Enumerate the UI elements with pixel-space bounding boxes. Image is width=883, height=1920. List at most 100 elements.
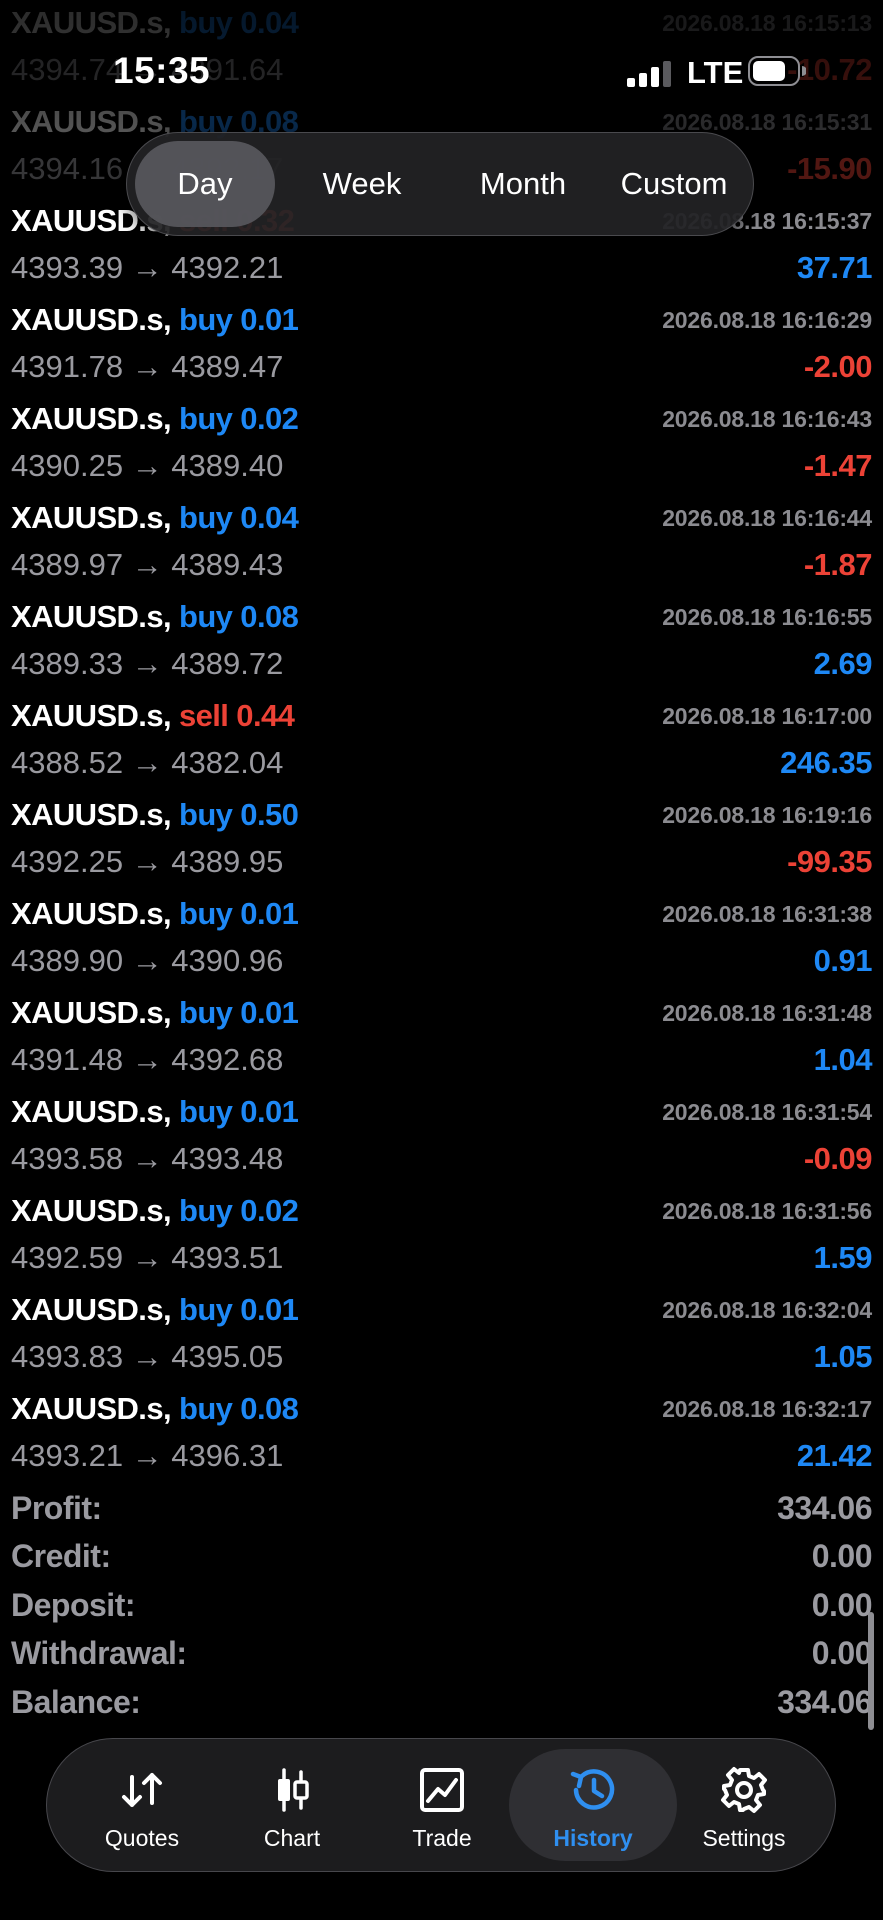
history-clock-icon <box>570 1769 615 1810</box>
trade-symbol: XAUUSD.s, <box>11 1292 172 1327</box>
trade-chart-icon <box>420 1768 464 1812</box>
trade-side-volume: buy 0.08 <box>178 599 299 634</box>
summary-credit-row: Credit: 0.00 <box>0 1533 883 1582</box>
trade-profit: -10.72 <box>787 52 872 87</box>
trade-row[interactable]: XAUUSD.s, buy 0.08 2026.08.18 16:32:17 439… <box>0 1386 883 1485</box>
trade-symbol: XAUUSD.s, <box>11 797 172 832</box>
trade-row-details: 4389.90 → 4390.96 0.91 <box>11 939 873 983</box>
trade-row-header: XAUUSD.s, buy 0.01 2026.08.18 16:31:38 <box>11 894 872 934</box>
trade-symbol-group: XAUUSD.s, buy 0.01 <box>11 1292 299 1328</box>
tab-settings[interactable]: Settings <box>669 1749 819 1861</box>
trade-timestamp: 2026.08.18 16:16:29 <box>662 306 872 333</box>
tab-trade[interactable]: Trade <box>367 1749 517 1861</box>
trade-row[interactable]: XAUUSD.s, buy 0.04 2026.08.18 16:16:44 438… <box>0 495 883 594</box>
trade-row-details: 4394.74 → 4391.64 -10.72 <box>11 48 872 92</box>
trade-symbol-group: XAUUSD.s, buy 0.02 <box>11 401 299 437</box>
trade-row-details: 4389.33 → 4389.72 2.69 <box>11 642 873 686</box>
trade-profit: -2.00 <box>803 349 873 384</box>
trade-prices: 4393.83 → 4395.05 <box>11 1339 284 1374</box>
trade-symbol-group: XAUUSD.s, buy 0.02 <box>11 1193 299 1229</box>
trade-row-header: XAUUSD.s, buy 0.08 2026.08.18 16:32:17 <box>11 1389 872 1429</box>
trade-profit: 1.59 <box>813 1240 873 1275</box>
trade-row-header: XAUUSD.s, buy 0.02 2026.08.18 16:31:56 <box>11 1191 872 1231</box>
trade-timestamp: 2026.08.18 16:19:16 <box>662 801 872 828</box>
trade-prices: 4389.97 → 4389.43 <box>11 547 284 582</box>
trade-row[interactable]: XAUUSD.s, buy 0.01 2026.08.18 16:31:48 439… <box>0 990 883 1089</box>
trade-timestamp: 2026.08.18 16:16:43 <box>662 405 872 432</box>
period-tab-month[interactable]: Month <box>443 141 603 227</box>
summary-balance-value: 334.06 <box>777 1683 872 1720</box>
trade-prices: 4393.39 → 4392.21 <box>11 250 284 285</box>
trade-row[interactable]: XAUUSD.s, buy 0.08 2026.08.18 16:16:55 438… <box>0 594 883 693</box>
trade-timestamp: 2026.08.18 16:31:54 <box>662 1098 872 1125</box>
trade-row[interactable]: XAUUSD.s, buy 0.04 2026.08.18 16:15:13 439… <box>0 0 883 99</box>
trade-timestamp: 2026.08.18 16:32:04 <box>662 1296 872 1323</box>
tab-quotes[interactable]: Quotes <box>67 1749 217 1861</box>
trade-row-details: 4392.25 → 4389.95 -99.35 <box>11 840 872 884</box>
trade-side-volume: buy 0.08 <box>178 1391 299 1426</box>
trade-symbol: XAUUSD.s, <box>11 698 172 733</box>
trade-row[interactable]: XAUUSD.s, sell 0.44 2026.08.18 16:17:00 43… <box>0 693 883 792</box>
trade-side-volume: buy 0.01 <box>178 1094 299 1129</box>
trade-row[interactable]: XAUUSD.s, buy 0.01 2026.08.18 16:16:29 439… <box>0 297 883 396</box>
trade-row-header: XAUUSD.s, sell 0.44 2026.08.18 16:17:00 <box>11 696 872 736</box>
trade-timestamp: 2026.08.18 16:31:38 <box>662 900 872 927</box>
trade-row-details: 4393.21 → 4396.31 21.42 <box>11 1434 873 1478</box>
trade-prices: 4390.25 → 4389.40 <box>11 448 284 483</box>
trade-row[interactable]: XAUUSD.s, buy 0.50 2026.08.18 16:19:16 439… <box>0 792 883 891</box>
trade-timestamp: 2026.08.18 16:17:00 <box>662 702 872 729</box>
tab-trade-label: Trade <box>412 1825 472 1851</box>
period-tab-week[interactable]: Week <box>287 141 437 227</box>
period-tab-week-label: Week <box>322 166 402 201</box>
period-tab-custom[interactable]: Custom <box>599 141 749 227</box>
trade-side-volume: buy 0.01 <box>178 995 299 1030</box>
trade-row[interactable]: XAUUSD.s, buy 0.01 2026.08.18 16:31:38 438… <box>0 891 883 990</box>
trade-profit: 0.91 <box>813 943 873 978</box>
trade-symbol: XAUUSD.s, <box>11 1193 172 1228</box>
trade-row-details: 4393.39 → 4392.21 37.71 <box>11 246 873 290</box>
tab-chart[interactable]: Chart <box>217 1749 367 1861</box>
trade-profit: -0.09 <box>803 1141 873 1176</box>
tab-quotes-label: Quotes <box>104 1825 180 1851</box>
trade-profit: 21.42 <box>796 1438 873 1473</box>
trade-row-details: 4392.59 → 4393.51 1.59 <box>11 1236 873 1280</box>
trade-timestamp: 2026.08.18 16:16:44 <box>662 504 872 531</box>
summary-profit-label: Profit: <box>11 1489 102 1526</box>
trade-row-header: XAUUSD.s, buy 0.01 2026.08.18 16:16:29 <box>11 300 872 340</box>
scroll-indicator[interactable] <box>868 1612 874 1730</box>
tab-history[interactable]: History <box>509 1749 677 1861</box>
trade-symbol: XAUUSD.s, <box>11 1094 172 1129</box>
trade-symbol: XAUUSD.s, <box>11 1391 172 1426</box>
tab-chart-label: Chart <box>263 1825 321 1851</box>
trade-timestamp: 2026.08.18 16:15:13 <box>662 9 872 36</box>
trade-side-volume: buy 0.02 <box>178 1193 299 1228</box>
summary-balance-row: Balance: 334.06 <box>0 1678 883 1727</box>
trade-row-details: 4390.25 → 4389.40 -1.47 <box>11 444 873 488</box>
trade-prices: 4394.74 → 4391.64 <box>11 52 284 87</box>
trade-row[interactable]: XAUUSD.s, buy 0.02 2026.08.18 16:31:56 439… <box>0 1188 883 1287</box>
trade-row[interactable]: XAUUSD.s, buy 0.01 2026.08.18 16:31:54 439… <box>0 1089 883 1188</box>
trade-row-header: XAUUSD.s, buy 0.08 2026.08.18 16:16:55 <box>11 597 872 637</box>
trade-prices: 4393.21 → 4396.31 <box>11 1438 284 1473</box>
trade-side-volume: buy 0.04 <box>178 5 299 40</box>
trade-prices: 4391.78 → 4389.47 <box>11 349 284 384</box>
trade-profit: -99.35 <box>787 844 872 879</box>
summary-deposit-value: 0.00 <box>811 1586 873 1623</box>
trade-prices: 4389.33 → 4389.72 <box>11 646 284 681</box>
trade-symbol: XAUUSD.s, <box>11 302 172 337</box>
trade-symbol-group: XAUUSD.s, buy 0.08 <box>11 1391 299 1427</box>
period-tab-custom-label: Custom <box>620 166 728 201</box>
period-tab-month-label: Month <box>479 166 567 201</box>
period-tab-day[interactable]: Day <box>135 141 275 227</box>
trade-row[interactable]: XAUUSD.s, buy 0.01 2026.08.18 16:32:04 439… <box>0 1287 883 1386</box>
trade-symbol: XAUUSD.s, <box>11 896 172 931</box>
trade-prices: 4393.58 → 4393.48 <box>11 1141 284 1176</box>
trade-side-volume: buy 0.01 <box>178 1292 299 1327</box>
bottom-tab-bar: Quotes Chart Trade History Settings <box>46 1738 836 1872</box>
summary-credit-label: Credit: <box>11 1538 111 1575</box>
trade-row-header: XAUUSD.s, buy 0.02 2026.08.18 16:16:43 <box>11 399 872 439</box>
trade-side-volume: buy 0.02 <box>178 401 299 436</box>
trade-row-header: XAUUSD.s, buy 0.01 2026.08.18 16:31:48 <box>11 993 872 1033</box>
trade-row[interactable]: XAUUSD.s, buy 0.02 2026.08.18 16:16:43 439… <box>0 396 883 495</box>
summary-balance-label: Balance: <box>11 1683 141 1720</box>
